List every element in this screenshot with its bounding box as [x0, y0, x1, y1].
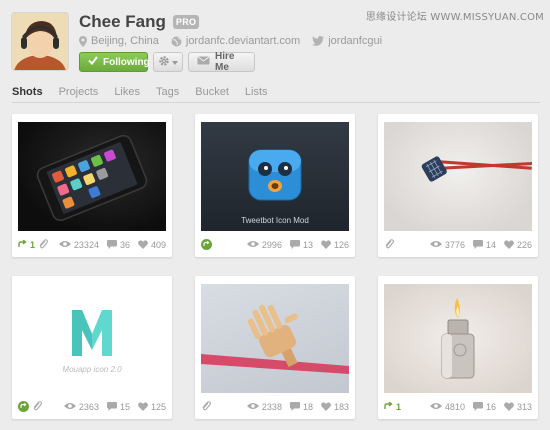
heart-icon	[321, 239, 331, 251]
eye-icon	[63, 402, 76, 412]
attachment-icon	[38, 239, 48, 251]
comments-count: 18	[302, 402, 313, 412]
eye-icon	[429, 240, 442, 250]
comments-count: 16	[485, 402, 496, 412]
shot-card[interactable]: 1 23324 36 409	[12, 114, 172, 257]
rebound-count[interactable]: 1	[30, 240, 35, 250]
rebound-badge-icon	[18, 400, 29, 414]
comment-bubble-icon	[106, 401, 117, 413]
views-count: 23324	[73, 240, 99, 250]
views-count: 2363	[78, 402, 99, 412]
rebound-badge-icon	[201, 238, 212, 252]
shot-card[interactable]: 2338 18 183	[195, 276, 355, 419]
following-button[interactable]: Following	[79, 52, 150, 72]
comment-bubble-icon	[472, 239, 483, 251]
comments-count: 14	[485, 240, 496, 250]
rebound-icon	[384, 401, 393, 412]
profile-website-link[interactable]: jordanfc.deviantart.com	[186, 35, 300, 47]
comments-count: 15	[119, 402, 130, 412]
shot-thumbnail-chopsticks[interactable]	[384, 122, 532, 231]
shot-caption: Tweetbot Icon Mod	[241, 216, 309, 225]
tab-divider	[12, 102, 540, 103]
shot-thumbnail-mouapp[interactable]: Mouapp icon 2.0	[18, 284, 166, 393]
likes-count: 409	[150, 240, 166, 250]
location-pin-icon	[79, 35, 87, 47]
tab-shots[interactable]: Shots	[12, 86, 43, 98]
eye-icon	[246, 402, 259, 412]
profile-location: Beijing, China	[91, 35, 159, 47]
envelope-icon	[197, 56, 210, 68]
attachment-icon	[201, 401, 211, 413]
heart-icon	[321, 401, 331, 413]
likes-count: 313	[516, 402, 532, 412]
comment-bubble-icon	[289, 401, 300, 413]
shot-thumbnail-tweetbot[interactable]: Tweetbot Icon Mod	[201, 122, 349, 231]
likes-count: 183	[333, 402, 349, 412]
views-count: 4810	[444, 402, 465, 412]
attachment-icon	[384, 239, 394, 251]
likes-count: 125	[150, 402, 166, 412]
heart-icon	[138, 239, 148, 251]
comment-bubble-icon	[472, 401, 483, 413]
tab-lists[interactable]: Lists	[245, 86, 268, 98]
globe-icon	[171, 36, 182, 47]
attachment-icon	[32, 401, 42, 413]
shot-thumbnail-lighter[interactable]	[384, 284, 532, 393]
shot-thumbnail-wooden-hand[interactable]	[201, 284, 349, 393]
eye-icon	[58, 240, 71, 250]
shot-card[interactable]: Mouapp icon 2.0 2363 15 125	[12, 276, 172, 419]
tab-projects[interactable]: Projects	[59, 86, 99, 98]
profile-tabs: Shots Projects Likes Tags Bucket Lists	[12, 86, 284, 98]
site-watermark: 思缘设计论坛 WWW.MISSYUAN.COM	[365, 12, 544, 23]
gear-icon	[158, 55, 170, 70]
heart-icon	[504, 401, 514, 413]
twitter-bird-icon	[312, 36, 325, 46]
tab-bucket[interactable]: Bucket	[195, 86, 229, 98]
views-count: 3776	[444, 240, 465, 250]
views-count: 2338	[261, 402, 282, 412]
shot-card[interactable]: 1 4810 16 313	[378, 276, 538, 419]
settings-dropdown-button[interactable]	[153, 52, 183, 72]
likes-count: 226	[516, 240, 532, 250]
hire-me-button-label: Hire Me	[215, 51, 235, 73]
shot-card[interactable]: 3776 14 226	[378, 114, 538, 257]
shot-caption: Mouapp icon 2.0	[62, 365, 122, 374]
views-count: 2996	[261, 240, 282, 250]
shot-card[interactable]: Tweetbot Icon Mod 2996 13 126	[195, 114, 355, 257]
heart-icon	[504, 239, 514, 251]
checkmark-icon	[88, 56, 98, 68]
hire-me-button[interactable]: Hire Me	[188, 51, 255, 73]
tab-tags[interactable]: Tags	[156, 86, 179, 98]
profile-twitter-link[interactable]: jordanfcgui	[328, 35, 382, 47]
comments-count: 36	[119, 240, 130, 250]
pro-badge: PRO	[172, 15, 200, 29]
tab-likes[interactable]: Likes	[114, 86, 140, 98]
chevron-down-icon	[172, 57, 178, 68]
heart-icon	[138, 401, 148, 413]
comment-bubble-icon	[289, 239, 300, 251]
following-button-label: Following	[103, 56, 150, 68]
eye-icon	[429, 402, 442, 412]
rebound-count[interactable]: 1	[396, 402, 401, 412]
profile-name[interactable]: Chee Fang	[79, 12, 166, 32]
shot-thumbnail-phone[interactable]	[18, 122, 166, 231]
avatar[interactable]	[12, 13, 68, 70]
eye-icon	[246, 240, 259, 250]
rebound-icon	[18, 239, 27, 250]
comment-bubble-icon	[106, 239, 117, 251]
likes-count: 126	[333, 240, 349, 250]
comments-count: 13	[302, 240, 313, 250]
